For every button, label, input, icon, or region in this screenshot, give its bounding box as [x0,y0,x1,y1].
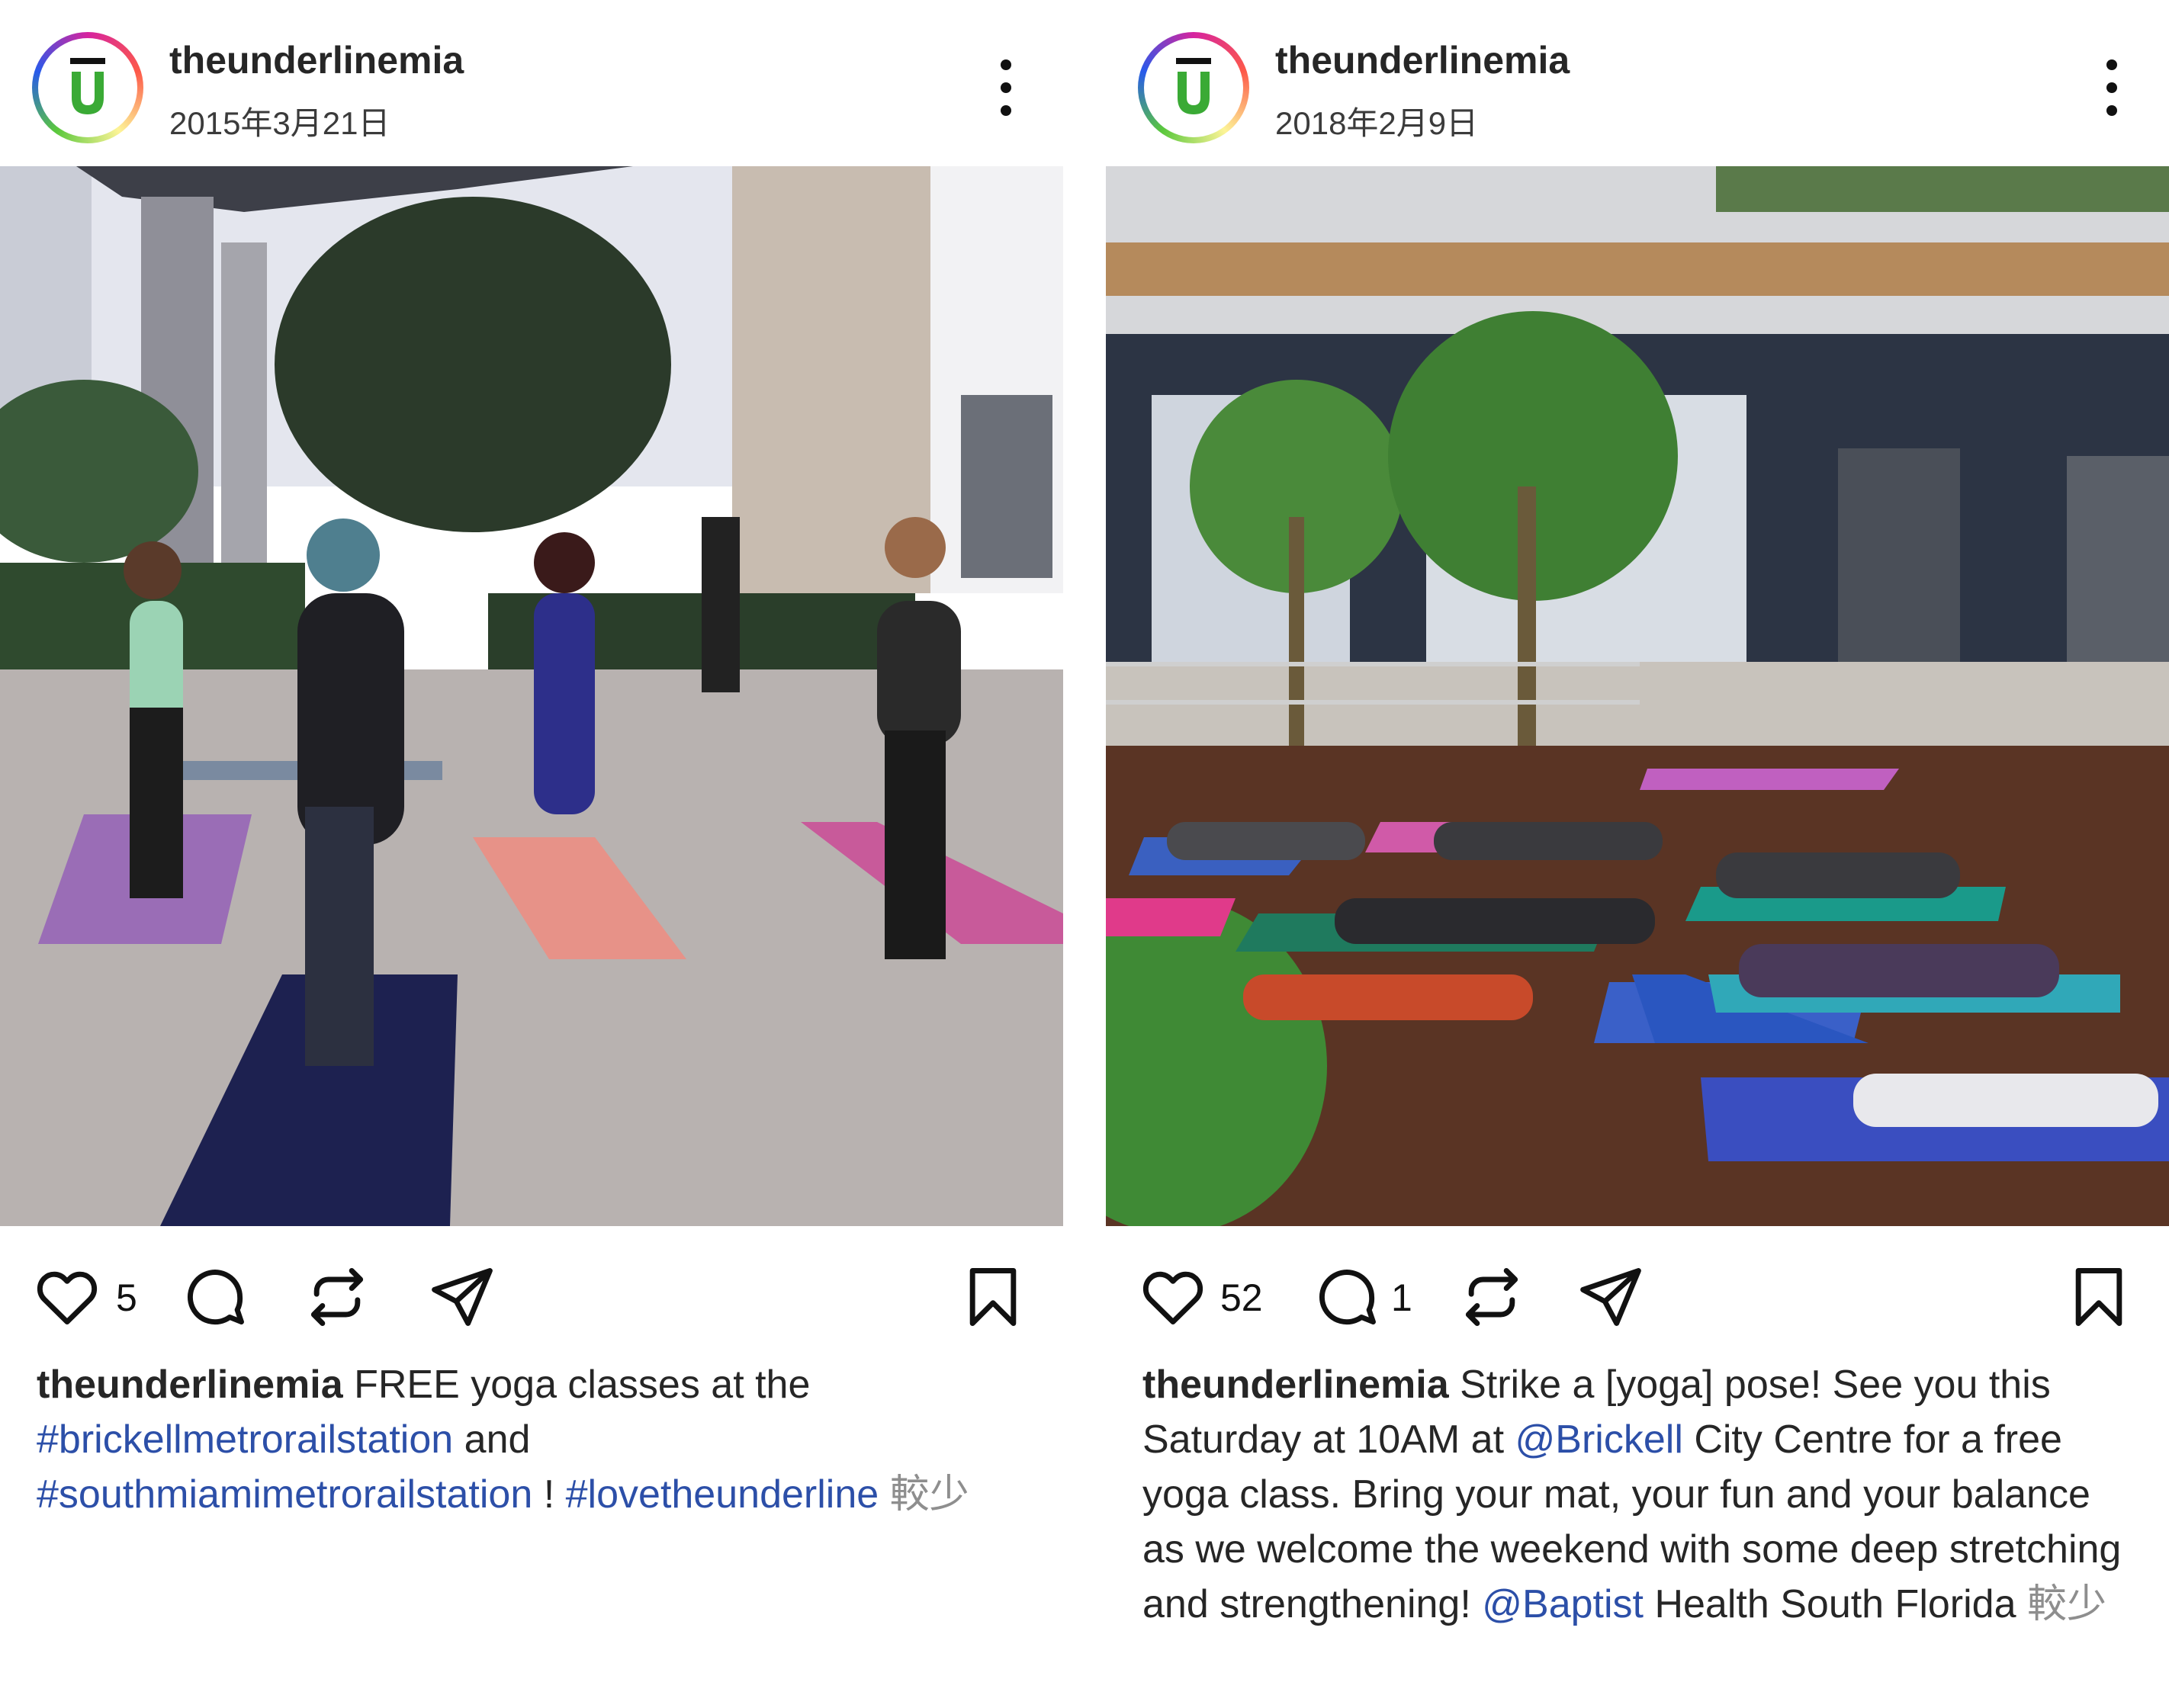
post-photo[interactable] [0,166,1063,1226]
post-username[interactable]: theunderlinemia [1275,38,1570,82]
mention-link[interactable]: @Brickell [1515,1417,1683,1462]
caption-username[interactable]: theunderlinemia [1142,1363,1449,1407]
repost-icon[interactable] [302,1262,372,1331]
bookmark-icon[interactable] [2064,1262,2134,1331]
post-card: theunderlinemia 2015年3月21日 5 theunderlin… [0,0,1063,1708]
comment-icon[interactable] [180,1262,250,1331]
mention-link[interactable]: @Baptist [1482,1582,1644,1626]
caption-text: ! [543,1472,555,1517]
comment-count[interactable]: 1 [1391,1276,1412,1320]
more-options-icon[interactable] [2100,53,2123,122]
comment-icon[interactable] [1312,1262,1382,1331]
avatar[interactable] [1138,32,1249,143]
more-options-icon[interactable] [995,53,1017,122]
hashtag-link[interactable]: #brickellmetrorailstation [37,1417,453,1462]
post-date: 2015年3月21日 [169,105,390,141]
caption-text: Health South Florida [1654,1582,2016,1626]
heart-icon[interactable] [1138,1262,1208,1331]
avatar[interactable] [32,32,143,143]
post-actions: 5 [0,1247,1063,1346]
like-count[interactable]: 52 [1220,1276,1263,1320]
underline-logo-icon [1176,58,1211,114]
bookmark-icon[interactable] [958,1262,1028,1331]
outdoor-yoga-photo [0,166,1063,1226]
caption-text: and [464,1417,531,1462]
post-header: theunderlinemia 2018年2月9日 [1106,0,2169,166]
share-icon[interactable] [427,1262,497,1331]
share-icon[interactable] [1576,1262,1646,1331]
show-less-link[interactable]: 較少 [2027,1582,2106,1626]
post-card: theunderlinemia 2018年2月9日 52 1 theunderl… [1106,0,2169,1708]
post-date: 2018年2月9日 [1275,105,1479,141]
post-caption: theunderlinemia Strike a [yoga] pose! Se… [1142,1357,2138,1632]
post-photo[interactable] [1106,166,2169,1226]
underline-logo-icon [70,58,105,114]
mall-yoga-photo [1106,166,2169,1226]
caption-text: FREE yoga classes at the [354,1363,811,1407]
repost-icon[interactable] [1457,1262,1527,1331]
show-less-link[interactable]: 較少 [890,1472,969,1517]
heart-icon[interactable] [32,1262,102,1331]
post-header: theunderlinemia 2015年3月21日 [0,0,1063,166]
caption-username[interactable]: theunderlinemia [37,1363,343,1407]
hashtag-link[interactable]: #lovetheunderline [566,1472,879,1517]
post-username[interactable]: theunderlinemia [169,38,464,82]
like-count[interactable]: 5 [116,1276,137,1320]
hashtag-link[interactable]: #southmiamimetrorailstation [37,1472,532,1517]
post-actions: 52 1 [1106,1247,2169,1346]
post-caption: theunderlinemia FREE yoga classes at the… [37,1357,1033,1522]
